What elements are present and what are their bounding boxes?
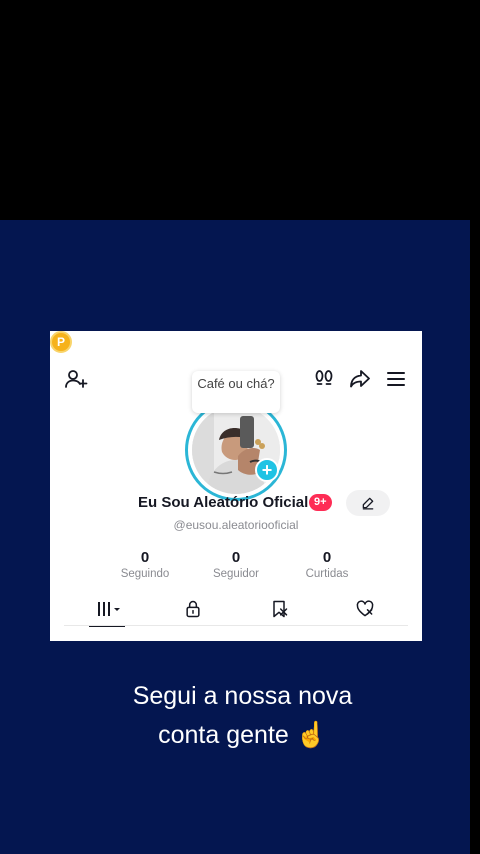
grid-icon bbox=[98, 602, 120, 616]
tab-videos[interactable] bbox=[89, 597, 125, 621]
following-label: Seguindo bbox=[120, 568, 170, 580]
caption-line-1: Segui a nossa nova bbox=[132, 682, 353, 710]
following-count: 0 bbox=[140, 549, 150, 566]
followers-label: Seguidor bbox=[212, 568, 260, 580]
top-black-bar bbox=[0, 0, 480, 220]
add-user-icon[interactable] bbox=[64, 367, 88, 391]
likes-label: Curtidas bbox=[305, 568, 349, 580]
right-edge bbox=[470, 220, 480, 854]
tooltip-bubble: Café ou chá? bbox=[192, 371, 280, 413]
pencil-icon bbox=[362, 497, 374, 510]
tab-saved[interactable] bbox=[261, 597, 297, 621]
stat-following[interactable]: 0 Seguindo bbox=[105, 549, 185, 580]
bookmark-icon bbox=[273, 600, 288, 618]
tabs-divider bbox=[64, 625, 408, 626]
tab-private[interactable] bbox=[175, 597, 211, 621]
username-handle: @eusou.aleatoriooficial bbox=[173, 518, 299, 532]
video-caption: Segui a nossa nova conta gente ☝️ bbox=[70, 677, 415, 755]
avatar[interactable] bbox=[185, 399, 287, 501]
coin-icon[interactable]: P bbox=[50, 331, 72, 353]
profile-tabs bbox=[50, 593, 422, 627]
add-photo-button[interactable]: + bbox=[255, 458, 279, 482]
menu-icon[interactable] bbox=[384, 367, 408, 391]
lock-icon bbox=[186, 600, 200, 618]
profile-screenshot-card: P Café ou chá? + Eu Sou Aleatório Oficia… bbox=[50, 331, 422, 641]
stat-likes[interactable]: 0 Curtidas bbox=[287, 549, 367, 580]
share-icon[interactable] bbox=[348, 367, 372, 391]
footprints-icon[interactable] bbox=[312, 367, 336, 391]
display-name: Eu Sou Aleatório Oficial bbox=[138, 494, 309, 511]
notification-badge[interactable]: 9+ bbox=[309, 494, 332, 511]
caption-line-2: conta gente ☝️ bbox=[158, 721, 327, 749]
followers-count: 0 bbox=[231, 549, 241, 566]
edit-profile-button[interactable] bbox=[346, 490, 390, 516]
likes-count: 0 bbox=[322, 549, 332, 566]
stat-followers[interactable]: 0 Seguidor bbox=[196, 549, 276, 580]
heart-icon bbox=[356, 600, 374, 617]
tab-liked[interactable] bbox=[347, 597, 383, 621]
